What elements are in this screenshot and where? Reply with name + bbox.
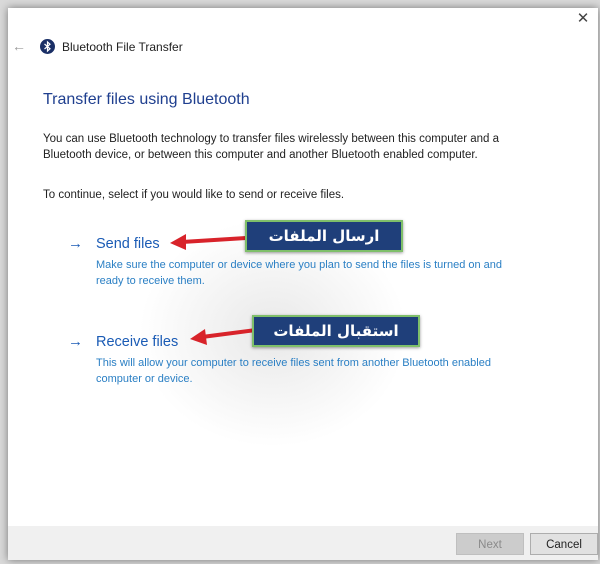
send-files-description: Make sure the computer or device where y… — [96, 259, 503, 287]
arrow-right-icon: → — [68, 235, 83, 252]
bluetooth-icon — [40, 39, 55, 54]
next-button[interactable]: Next — [456, 533, 524, 555]
send-files-callout: ارسال الملفات — [245, 220, 403, 252]
close-icon[interactable]: ✕ — [574, 10, 592, 28]
intro-description: You can use Bluetooth technology to tran… — [43, 133, 500, 161]
page-heading: Transfer files using Bluetooth — [43, 91, 250, 108]
red-arrow-icon — [190, 328, 257, 345]
receive-files-callout: استقبال الملفات — [252, 315, 420, 347]
instruction-text: To continue, select if you would like to… — [43, 189, 345, 201]
receive-files-link[interactable]: Receive files — [96, 334, 178, 350]
window-title: Bluetooth File Transfer — [62, 40, 183, 54]
receive-files-description: This will allow your computer to receive… — [96, 357, 491, 385]
back-arrow-icon[interactable]: ← — [12, 38, 28, 54]
cancel-button[interactable]: Cancel — [530, 533, 598, 555]
title-bar: ← Bluetooth File Transfer — [8, 38, 598, 58]
footer-bar: Next Cancel — [8, 526, 598, 560]
red-arrow-icon — [170, 234, 247, 250]
send-files-link[interactable]: Send files — [96, 236, 160, 252]
arrow-right-icon: → — [68, 333, 83, 350]
bluetooth-file-transfer-window: ✕ ← Bluetooth File Transfer Transfer fil… — [8, 8, 598, 560]
